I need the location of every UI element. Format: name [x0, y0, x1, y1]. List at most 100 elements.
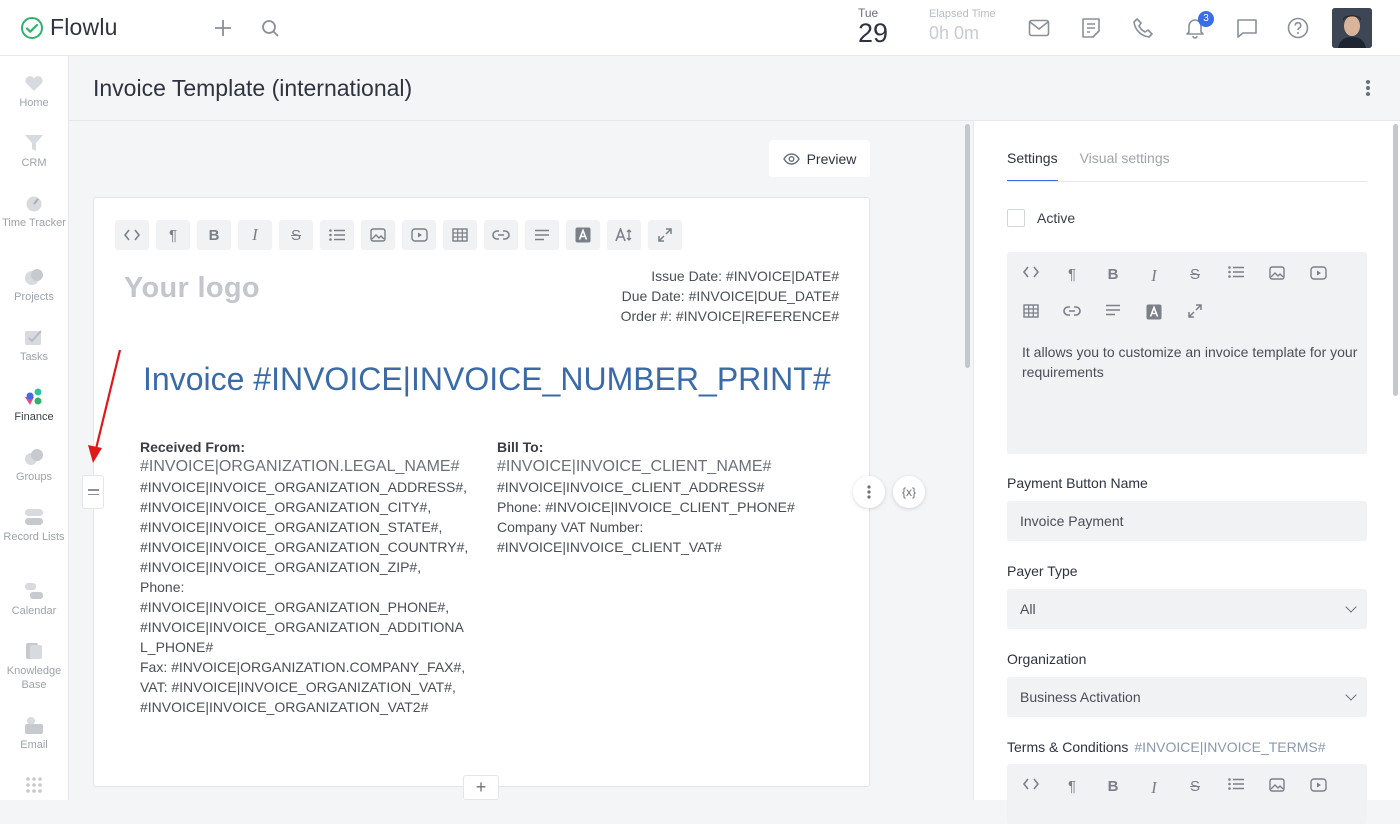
drag-handle[interactable]: [82, 475, 104, 509]
active-label: Active: [1037, 210, 1076, 226]
image-icon[interactable]: [1265, 778, 1289, 798]
add-block-button[interactable]: +: [463, 775, 499, 800]
sidebar-item-finance[interactable]: Finance: [0, 388, 68, 424]
sidebar-item-calendar[interactable]: Calendar: [0, 582, 68, 618]
date-display[interactable]: Tue 29: [858, 6, 888, 47]
sidebar-item-crm[interactable]: CRM: [0, 134, 68, 170]
sidebar-item-projects[interactable]: Projects: [0, 268, 68, 304]
list-icon[interactable]: [1224, 778, 1248, 798]
panel-scrollbar[interactable]: [1393, 124, 1398, 396]
list-button[interactable]: [320, 220, 354, 250]
sidebar-item-knowledge-base[interactable]: Knowledge Base: [0, 642, 68, 692]
code-icon[interactable]: [1019, 778, 1043, 798]
bold-icon[interactable]: B: [1101, 778, 1125, 798]
payer-type-select[interactable]: All: [1007, 589, 1367, 629]
sidebar-item-time-tracker[interactable]: Time Tracker: [0, 194, 68, 230]
bold-icon[interactable]: B: [1101, 266, 1125, 286]
paragraph-button[interactable]: ¶: [156, 220, 190, 250]
terms-label-row: Terms & Conditions #INVOICE|INVOICE_TERMS…: [1007, 739, 1326, 755]
received-line: #INVOICE|INVOICE_ORGANIZATION_COUNTRY#,: [140, 539, 469, 555]
bold-button[interactable]: B: [197, 220, 231, 250]
received-line: #INVOICE|INVOICE_ORGANIZATION_ADDRESS#,: [140, 479, 468, 495]
terms-editor[interactable]: ¶ B I S: [1007, 764, 1367, 824]
table-icon[interactable]: [1019, 304, 1043, 323]
invoice-meta: Issue Date: #INVOICE|DATE# Due Date: #IN…: [621, 266, 839, 326]
help-icon[interactable]: [1287, 17, 1309, 39]
elapsed-time-value: 0h 0m: [929, 23, 980, 43]
mail-icon[interactable]: [1028, 18, 1050, 38]
payment-button-name-input[interactable]: Invoice Payment: [1007, 501, 1367, 541]
table-button[interactable]: [443, 220, 477, 250]
block-options-button[interactable]: [853, 476, 885, 508]
table-icon: [452, 228, 468, 242]
expand-icon[interactable]: [1183, 304, 1207, 323]
sidebar-item-email[interactable]: Email: [0, 716, 68, 752]
payment-button-name-label: Payment Button Name: [1007, 475, 1148, 491]
editor-scrollbar[interactable]: [965, 124, 970, 368]
page-title: Invoice Template (international): [93, 75, 413, 101]
strikethrough-button[interactable]: S: [279, 220, 313, 250]
template-editor[interactable]: ¶ B I S Your logo Issue Date: #INVOICE|D…: [93, 197, 870, 787]
text-color-button[interactable]: [566, 220, 600, 250]
fullscreen-button[interactable]: [648, 220, 682, 250]
sidebar-more[interactable]: [0, 776, 68, 798]
organization-value: Business Activation: [1020, 689, 1141, 705]
image-button[interactable]: [361, 220, 395, 250]
link-icon[interactable]: [1060, 304, 1084, 323]
italic-icon[interactable]: I: [1142, 778, 1166, 798]
paragraph-icon[interactable]: ¶: [1060, 266, 1084, 286]
italic-button[interactable]: I: [238, 220, 272, 250]
font-color-icon[interactable]: [1142, 304, 1166, 323]
font-size-button[interactable]: [607, 220, 641, 250]
sidebar-item-groups[interactable]: Groups: [0, 448, 68, 484]
code-view-button[interactable]: [115, 220, 149, 250]
font-size-icon: [615, 228, 632, 242]
link-button[interactable]: [484, 220, 518, 250]
sidebar-item-label: Tasks: [19, 351, 49, 363]
app-logo[interactable]: Flowlu: [20, 14, 118, 41]
image-icon[interactable]: [1265, 266, 1289, 286]
plus-icon[interactable]: [213, 18, 233, 38]
search-icon[interactable]: [261, 19, 280, 38]
stopwatch-icon: [26, 196, 42, 212]
paragraph-icon[interactable]: ¶: [1060, 778, 1084, 798]
client-name: #INVOICE|INVOICE_CLIENT_NAME#: [497, 458, 772, 475]
sidebar-item-label: Knowledge Base: [6, 665, 62, 691]
projects-icon: [25, 269, 43, 285]
video-icon[interactable]: [1306, 778, 1330, 798]
elapsed-time[interactable]: Elapsed Time 0h 0m: [929, 8, 996, 44]
align-left-icon[interactable]: [1101, 304, 1125, 323]
insert-variable-button[interactable]: {x}: [893, 476, 925, 508]
user-avatar[interactable]: [1332, 8, 1372, 48]
video-icon[interactable]: [1306, 266, 1330, 286]
tab-settings[interactable]: Settings: [1007, 150, 1058, 182]
sidebar-item-home[interactable]: Home: [0, 74, 68, 110]
organization-select[interactable]: Business Activation: [1007, 677, 1367, 717]
italic-icon[interactable]: I: [1142, 266, 1166, 286]
tab-visual-settings[interactable]: Visual settings: [1080, 150, 1170, 182]
align-button[interactable]: [525, 220, 559, 250]
sidebar-item-label: Time Tracker: [2, 217, 66, 229]
phone-icon[interactable]: [1132, 17, 1154, 39]
strikethrough-icon[interactable]: S: [1183, 778, 1207, 798]
sidebar-item-record-lists[interactable]: Record Lists: [0, 508, 68, 544]
list-icon[interactable]: [1224, 266, 1248, 286]
eye-icon: [782, 152, 800, 165]
strikethrough-icon[interactable]: S: [1183, 266, 1207, 286]
video-icon: [410, 228, 428, 242]
record-lists-icon: [25, 509, 43, 525]
groups-icon: [25, 449, 43, 465]
sidebar-item-tasks[interactable]: Tasks: [0, 328, 68, 364]
notes-icon[interactable]: [1080, 17, 1102, 39]
logo-placeholder: Your logo: [124, 272, 260, 304]
preview-button[interactable]: Preview: [769, 140, 870, 177]
received-line: L_PHONE#: [140, 639, 214, 655]
active-checkbox[interactable]: [1007, 209, 1025, 227]
description-toolbar-row1: ¶ B I S: [1019, 266, 1330, 286]
code-icon[interactable]: [1019, 266, 1043, 286]
issue-date: Issue Date: #INVOICE|DATE#: [651, 268, 839, 284]
chat-icon[interactable]: [1236, 18, 1258, 38]
description-editor[interactable]: ¶ B I S It allows you to customize an in…: [1007, 252, 1367, 454]
more-options-icon[interactable]: [1366, 80, 1370, 96]
video-button[interactable]: [402, 220, 436, 250]
